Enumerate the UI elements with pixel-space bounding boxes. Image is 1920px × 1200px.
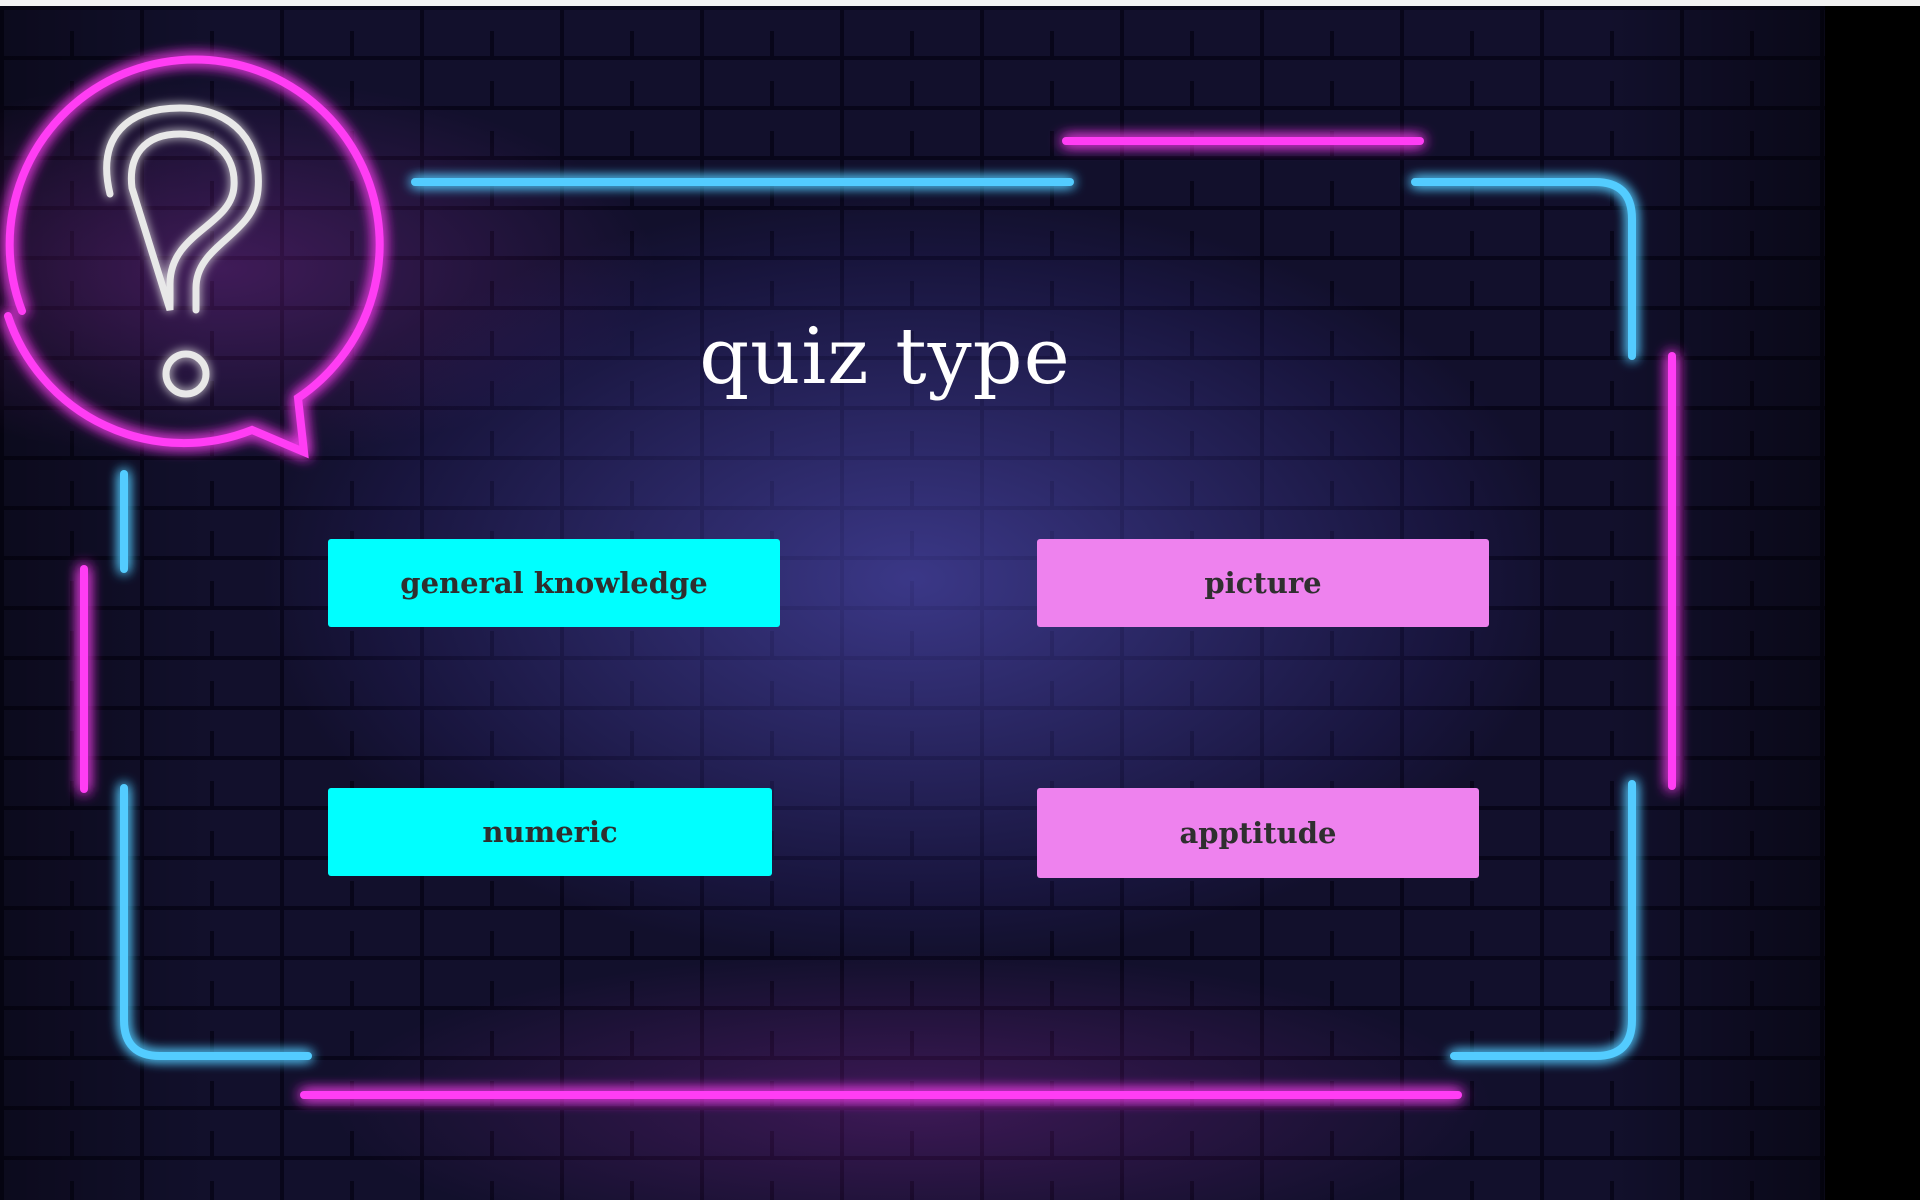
picture-label: picture	[1204, 566, 1322, 600]
quiz-type-screen: quiz type general knowledge picture nume…	[0, 0, 1920, 1200]
numeric-button[interactable]: numeric	[328, 788, 772, 876]
numeric-label: numeric	[482, 815, 618, 849]
picture-button[interactable]: picture	[1037, 539, 1489, 627]
brick-wall-background	[0, 6, 1825, 1200]
general-knowledge-label: general knowledge	[400, 566, 708, 600]
apptitude-button[interactable]: apptitude	[1037, 788, 1479, 878]
general-knowledge-button[interactable]: general knowledge	[328, 539, 780, 627]
neon-frame	[4, 55, 1676, 1099]
apptitude-label: apptitude	[1179, 816, 1337, 850]
page-title: quiz type	[699, 312, 1071, 402]
question-mark-speech-bubble-icon	[4, 55, 384, 459]
